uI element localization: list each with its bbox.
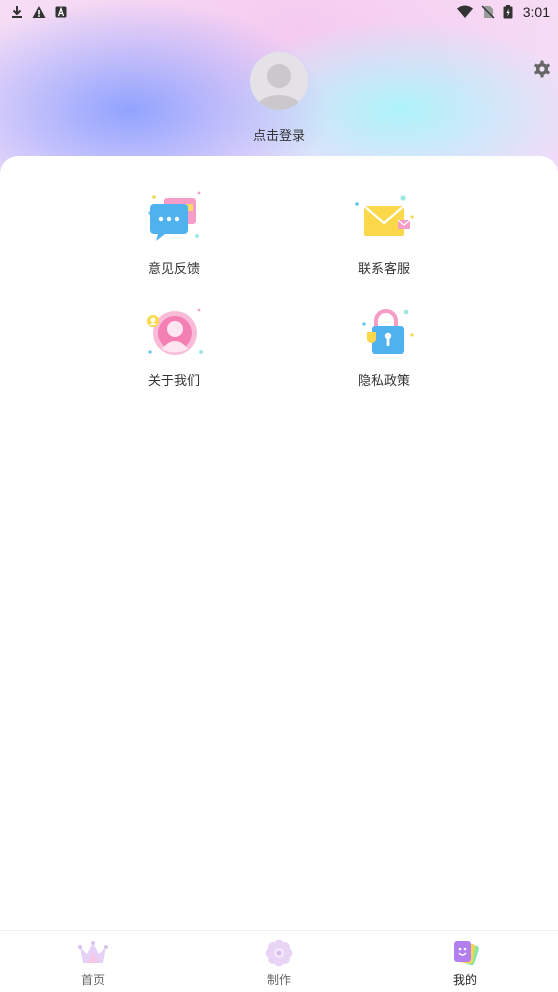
flower-icon xyxy=(265,939,293,967)
a-box-icon xyxy=(55,6,67,18)
status-time: 3:01 xyxy=(522,4,550,20)
nav-label: 我的 xyxy=(452,973,477,987)
nav-item-mine[interactable]: 我的 xyxy=(372,931,558,992)
menu-label: 隐私政策 xyxy=(357,374,410,389)
status-right: 3:01 xyxy=(456,4,550,20)
wifi-icon xyxy=(456,5,473,18)
menu-card: 意见反馈 联系客服 关于我们 隐私政策 xyxy=(0,156,558,930)
nav-item-create[interactable]: 制作 xyxy=(186,931,372,992)
warning-icon xyxy=(32,6,46,18)
crown-icon xyxy=(78,941,108,963)
menu-item-privacy-policy[interactable]: 隐私政策 xyxy=(314,304,454,389)
status-bar: 3:01 xyxy=(0,0,558,24)
menu-item-customer-service[interactable]: 联系客服 xyxy=(314,190,454,277)
nav-label: 首页 xyxy=(80,973,105,987)
avatar[interactable] xyxy=(250,52,308,110)
battery-icon xyxy=(503,5,513,19)
envelope-icon xyxy=(355,195,414,236)
menu-item-about-us[interactable]: 关于我们 xyxy=(104,304,244,389)
feedback-chat-icon xyxy=(148,191,201,241)
nav-item-home[interactable]: 首页 xyxy=(0,931,186,992)
menu-label: 意见反馈 xyxy=(147,262,200,277)
about-person-icon xyxy=(147,308,203,355)
bottom-nav: 首页 制作 我的 xyxy=(0,930,558,992)
status-left xyxy=(10,5,68,19)
menu-item-feedback[interactable]: 意见反馈 xyxy=(104,190,244,277)
menu-label: 关于我们 xyxy=(147,374,200,389)
login-link[interactable]: 点击登录 xyxy=(0,125,558,144)
no-sim-icon xyxy=(481,5,495,19)
menu-label: 联系客服 xyxy=(357,262,410,277)
lock-icon xyxy=(362,309,414,354)
nav-label: 制作 xyxy=(266,973,291,987)
profile-cards-icon xyxy=(454,941,479,966)
default-avatar-icon xyxy=(257,64,301,110)
gear-icon[interactable] xyxy=(532,59,552,79)
download-icon xyxy=(12,6,22,18)
